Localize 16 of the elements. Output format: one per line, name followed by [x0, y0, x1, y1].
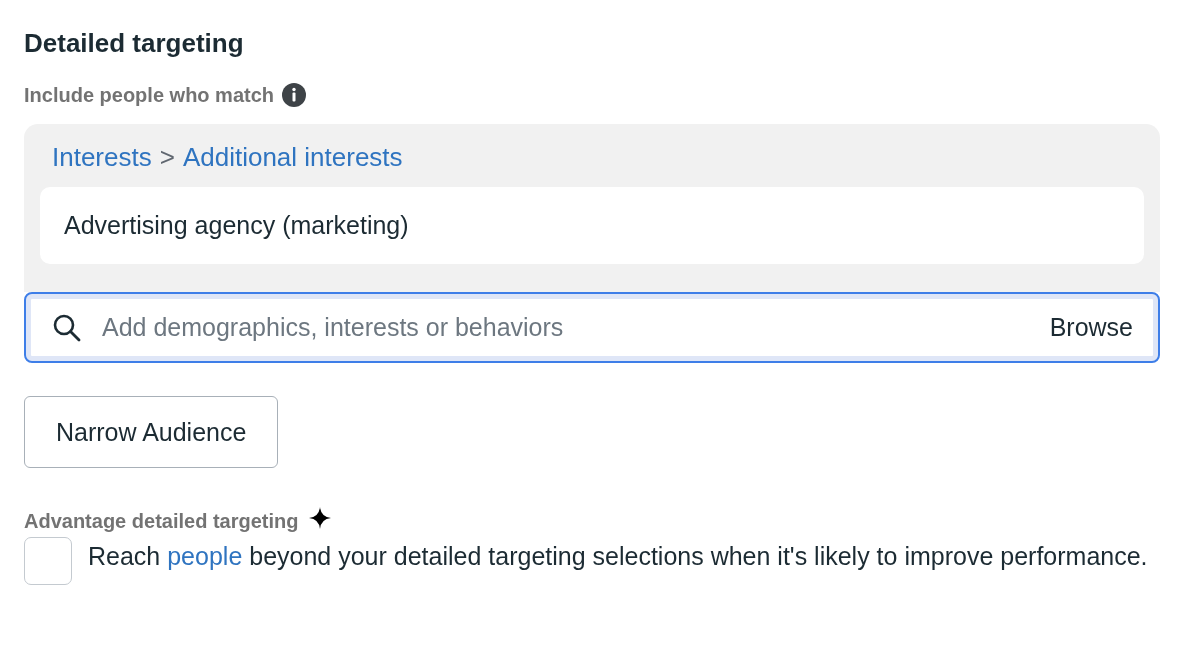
advantage-description: Reach people beyond your detailed targeting selections when it's likely to improve performance.: [88, 541, 1148, 572]
breadcrumb-link[interactable]: Additional interests: [182, 142, 403, 173]
breadcrumb-separator: >: [159, 142, 175, 173]
targeting-item: Advertising agency (marketing): [40, 187, 1144, 264]
search-icon: [52, 312, 82, 343]
breadcrumb-link[interactable]: Interests: [52, 142, 152, 173]
section-subtitle: Include people who match: [24, 83, 275, 107]
section-title: Detailed targeting: [24, 27, 245, 60]
narrow-audience-button[interactable]: Narrow Audience: [24, 396, 279, 468]
advantage-label: Advantage detailed targeting: [24, 510, 299, 533]
browse-button[interactable]: Browse: [1049, 313, 1133, 342]
search-field[interactable]: Add demographics, interests or behaviors Browse: [24, 292, 1160, 363]
info-icon[interactable]: [282, 83, 307, 107]
sparkle-icon: [308, 506, 331, 529]
people-link[interactable]: people: [167, 542, 243, 570]
checkbox[interactable]: [24, 537, 72, 585]
